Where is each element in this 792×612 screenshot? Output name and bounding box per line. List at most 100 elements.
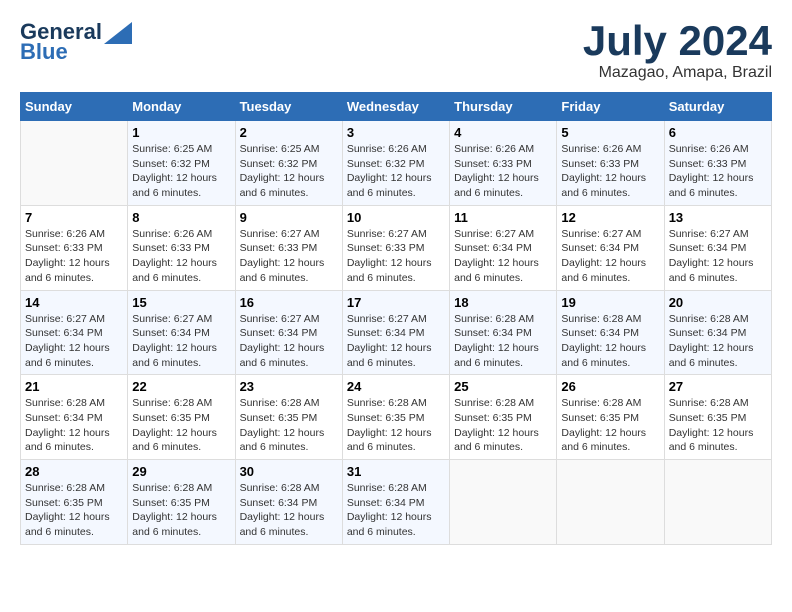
- day-number: 30: [240, 464, 338, 479]
- day-info: Sunrise: 6:27 AMSunset: 6:34 PMDaylight:…: [25, 312, 123, 371]
- header-day-friday: Friday: [557, 93, 664, 121]
- calendar-cell: 6 Sunrise: 6:26 AMSunset: 6:33 PMDaylight…: [664, 121, 771, 206]
- day-number: 13: [669, 210, 767, 225]
- day-number: 24: [347, 379, 445, 394]
- calendar-cell: 30Sunrise: 6:28 AMSunset: 6:34 PMDayligh…: [235, 460, 342, 545]
- calendar-cell: 31 Sunrise: 6:28 AMSunset: 6:34 PMDayligh…: [342, 460, 449, 545]
- day-info: Sunrise: 6:27 AMSunset: 6:34 PMDaylight:…: [561, 227, 659, 286]
- day-number: 7: [25, 210, 123, 225]
- calendar-week-row: 21 Sunrise: 6:28 AMSunset: 6:34 PMDayligh…: [21, 375, 772, 460]
- calendar-cell: 17 Sunrise: 6:27 AMSunset: 6:34 PMDayligh…: [342, 290, 449, 375]
- day-number: 16: [240, 295, 338, 310]
- day-info: Sunrise: 6:28 AMSunset: 6:34 PMDaylight:…: [347, 481, 445, 540]
- logo-icon: [104, 22, 132, 44]
- calendar-week-row: 14Sunrise: 6:27 AMSunset: 6:34 PMDayligh…: [21, 290, 772, 375]
- calendar-cell: 14Sunrise: 6:27 AMSunset: 6:34 PMDayligh…: [21, 290, 128, 375]
- day-number: 29: [132, 464, 230, 479]
- day-info: Sunrise: 6:26 AMSunset: 6:33 PMDaylight:…: [132, 227, 230, 286]
- calendar-body: 1 Sunrise: 6:25 AMSunset: 6:32 PMDaylight…: [21, 121, 772, 545]
- day-number: 27: [669, 379, 767, 394]
- day-number: 23: [240, 379, 338, 394]
- calendar-table: SundayMondayTuesdayWednesdayThursdayFrid…: [20, 92, 772, 545]
- day-info: Sunrise: 6:26 AMSunset: 6:33 PMDaylight:…: [669, 142, 767, 201]
- calendar-cell: 20 Sunrise: 6:28 AMSunset: 6:34 PMDayligh…: [664, 290, 771, 375]
- calendar-cell: 3 Sunrise: 6:26 AMSunset: 6:32 PMDaylight…: [342, 121, 449, 206]
- day-number: 20: [669, 295, 767, 310]
- calendar-cell: 29Sunrise: 6:28 AMSunset: 6:35 PMDayligh…: [128, 460, 235, 545]
- day-number: 4: [454, 125, 552, 140]
- calendar-cell: 8 Sunrise: 6:26 AMSunset: 6:33 PMDaylight…: [128, 205, 235, 290]
- day-number: 12: [561, 210, 659, 225]
- header-day-saturday: Saturday: [664, 93, 771, 121]
- day-info: Sunrise: 6:26 AMSunset: 6:33 PMDaylight:…: [454, 142, 552, 201]
- day-info: Sunrise: 6:28 AMSunset: 6:35 PMDaylight:…: [347, 396, 445, 455]
- header-day-wednesday: Wednesday: [342, 93, 449, 121]
- day-number: 31: [347, 464, 445, 479]
- day-number: 1: [132, 125, 230, 140]
- calendar-cell: 27 Sunrise: 6:28 AMSunset: 6:35 PMDayligh…: [664, 375, 771, 460]
- day-info: Sunrise: 6:25 AMSunset: 6:32 PMDaylight:…: [240, 142, 338, 201]
- day-number: 10: [347, 210, 445, 225]
- header-day-monday: Monday: [128, 93, 235, 121]
- calendar-cell: 22 Sunrise: 6:28 AMSunset: 6:35 PMDayligh…: [128, 375, 235, 460]
- day-info: Sunrise: 6:28 AMSunset: 6:34 PMDaylight:…: [669, 312, 767, 371]
- day-info: Sunrise: 6:28 AMSunset: 6:34 PMDaylight:…: [561, 312, 659, 371]
- calendar-cell: 25 Sunrise: 6:28 AMSunset: 6:35 PMDayligh…: [450, 375, 557, 460]
- header-day-sunday: Sunday: [21, 93, 128, 121]
- day-info: Sunrise: 6:28 AMSunset: 6:35 PMDaylight:…: [132, 396, 230, 455]
- header-day-tuesday: Tuesday: [235, 93, 342, 121]
- month-title: July 2024: [583, 20, 772, 62]
- day-info: Sunrise: 6:27 AMSunset: 6:33 PMDaylight:…: [347, 227, 445, 286]
- day-number: 15: [132, 295, 230, 310]
- day-number: 11: [454, 210, 552, 225]
- day-info: Sunrise: 6:28 AMSunset: 6:35 PMDaylight:…: [561, 396, 659, 455]
- day-info: Sunrise: 6:27 AMSunset: 6:34 PMDaylight:…: [454, 227, 552, 286]
- calendar-cell: 15 Sunrise: 6:27 AMSunset: 6:34 PMDayligh…: [128, 290, 235, 375]
- day-info: Sunrise: 6:27 AMSunset: 6:34 PMDaylight:…: [240, 312, 338, 371]
- calendar-cell: 9Sunrise: 6:27 AMSunset: 6:33 PMDaylight…: [235, 205, 342, 290]
- calendar-cell: [557, 460, 664, 545]
- day-number: 3: [347, 125, 445, 140]
- day-number: 8: [132, 210, 230, 225]
- header-day-thursday: Thursday: [450, 93, 557, 121]
- calendar-cell: [664, 460, 771, 545]
- day-number: 21: [25, 379, 123, 394]
- day-info: Sunrise: 6:27 AMSunset: 6:34 PMDaylight:…: [132, 312, 230, 371]
- day-info: Sunrise: 6:28 AMSunset: 6:34 PMDaylight:…: [25, 396, 123, 455]
- calendar-cell: 24 Sunrise: 6:28 AMSunset: 6:35 PMDayligh…: [342, 375, 449, 460]
- day-info: Sunrise: 6:26 AMSunset: 6:33 PMDaylight:…: [561, 142, 659, 201]
- calendar-cell: 2 Sunrise: 6:25 AMSunset: 6:32 PMDaylight…: [235, 121, 342, 206]
- calendar-cell: 19Sunrise: 6:28 AMSunset: 6:34 PMDayligh…: [557, 290, 664, 375]
- day-number: 22: [132, 379, 230, 394]
- day-number: 2: [240, 125, 338, 140]
- day-info: Sunrise: 6:27 AMSunset: 6:34 PMDaylight:…: [347, 312, 445, 371]
- day-info: Sunrise: 6:28 AMSunset: 6:34 PMDaylight:…: [454, 312, 552, 371]
- day-info: Sunrise: 6:28 AMSunset: 6:35 PMDaylight:…: [240, 396, 338, 455]
- calendar-cell: 23 Sunrise: 6:28 AMSunset: 6:35 PMDayligh…: [235, 375, 342, 460]
- calendar-cell: 16 Sunrise: 6:27 AMSunset: 6:34 PMDayligh…: [235, 290, 342, 375]
- day-number: 6: [669, 125, 767, 140]
- day-number: 17: [347, 295, 445, 310]
- day-number: 26: [561, 379, 659, 394]
- location: Mazagao, Amapa, Brazil: [583, 64, 772, 82]
- calendar-cell: 11 Sunrise: 6:27 AMSunset: 6:34 PMDayligh…: [450, 205, 557, 290]
- day-info: Sunrise: 6:27 AMSunset: 6:34 PMDaylight:…: [669, 227, 767, 286]
- calendar-cell: 12 Sunrise: 6:27 AMSunset: 6:34 PMDayligh…: [557, 205, 664, 290]
- day-info: Sunrise: 6:28 AMSunset: 6:35 PMDaylight:…: [669, 396, 767, 455]
- day-number: 25: [454, 379, 552, 394]
- calendar-cell: 10 Sunrise: 6:27 AMSunset: 6:33 PMDayligh…: [342, 205, 449, 290]
- day-info: Sunrise: 6:26 AMSunset: 6:32 PMDaylight:…: [347, 142, 445, 201]
- calendar-cell: 13 Sunrise: 6:27 AMSunset: 6:34 PMDayligh…: [664, 205, 771, 290]
- calendar-cell: 26 Sunrise: 6:28 AMSunset: 6:35 PMDayligh…: [557, 375, 664, 460]
- calendar-cell: 5 Sunrise: 6:26 AMSunset: 6:33 PMDaylight…: [557, 121, 664, 206]
- calendar-cell: 7 Sunrise: 6:26 AMSunset: 6:33 PMDaylight…: [21, 205, 128, 290]
- calendar-cell: 18Sunrise: 6:28 AMSunset: 6:34 PMDayligh…: [450, 290, 557, 375]
- day-number: 5: [561, 125, 659, 140]
- calendar-header: SundayMondayTuesdayWednesdayThursdayFrid…: [21, 93, 772, 121]
- day-info: Sunrise: 6:28 AMSunset: 6:35 PMDaylight:…: [454, 396, 552, 455]
- calendar-cell: 1Sunrise: 6:25 AMSunset: 6:32 PMDaylight…: [128, 121, 235, 206]
- day-number: 28: [25, 464, 123, 479]
- calendar-cell: 4 Sunrise: 6:26 AMSunset: 6:33 PMDaylight…: [450, 121, 557, 206]
- day-info: Sunrise: 6:26 AMSunset: 6:33 PMDaylight:…: [25, 227, 123, 286]
- logo: General Blue: [20, 20, 132, 64]
